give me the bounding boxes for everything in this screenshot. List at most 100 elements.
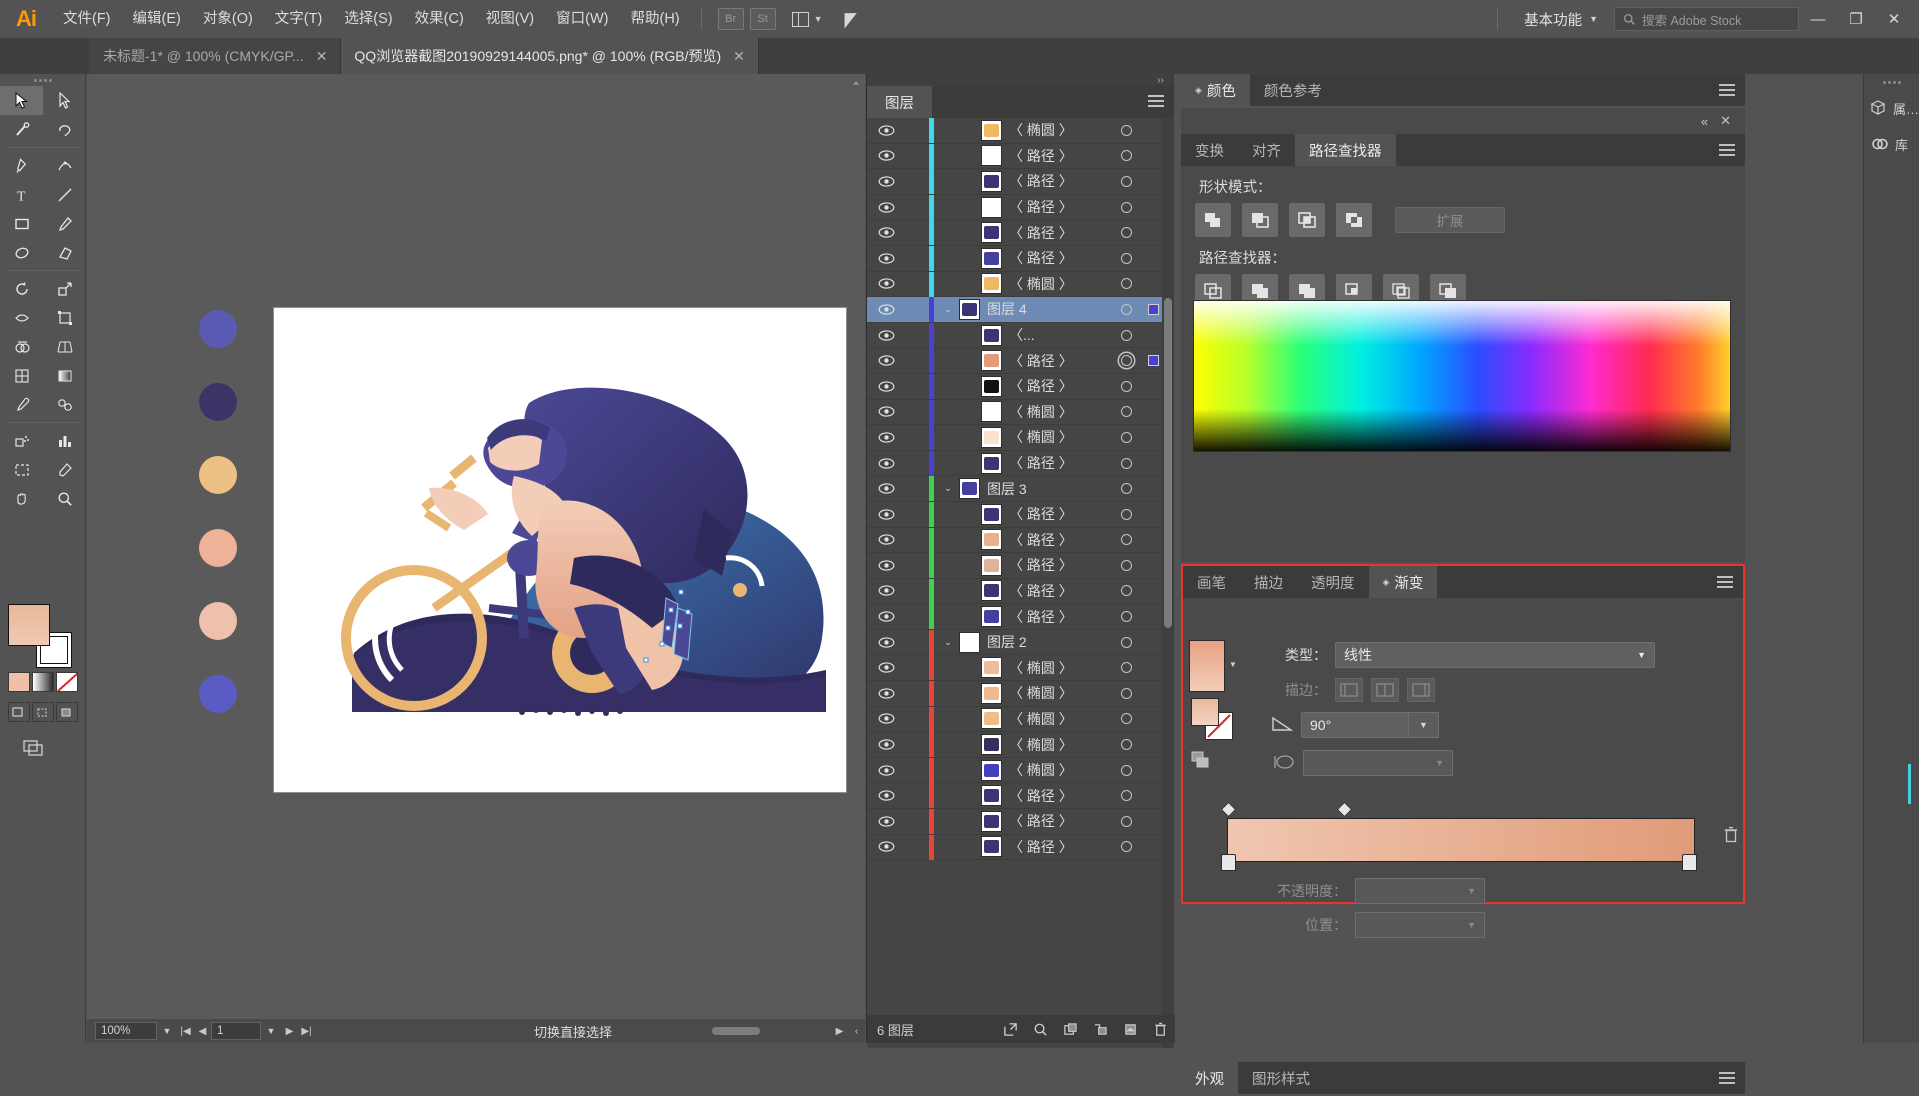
layer-item-row[interactable]: 〈 路径 〉 — [867, 553, 1163, 579]
layer-name[interactable]: 〈 路径 〉 — [1009, 530, 1109, 550]
target-indicator[interactable] — [1109, 406, 1143, 418]
gradient-location-select[interactable]: ▼ — [1355, 912, 1485, 938]
gradient-slider[interactable] — [1220, 801, 1707, 871]
zoom-level-input[interactable]: 100% — [95, 1022, 157, 1040]
gradient-midpoint-icon[interactable] — [1336, 801, 1353, 818]
layer-item-row[interactable]: 〈 路径 〉 — [867, 169, 1163, 195]
layer-name[interactable]: 〈 路径 〉 — [1009, 197, 1109, 217]
collapse-icon[interactable]: « — [1701, 114, 1708, 129]
target-indicator[interactable] — [1109, 303, 1143, 315]
layer-item-row[interactable]: 〈 路径 〉 — [867, 783, 1163, 810]
menu-type[interactable]: 文字(T) — [264, 0, 334, 38]
visibility-eye-icon[interactable] — [867, 381, 905, 392]
gradient-opacity-select[interactable]: ▼ — [1355, 878, 1485, 904]
visibility-eye-icon[interactable] — [867, 841, 905, 853]
layer-name[interactable]: 〈 路径 〉 — [1009, 837, 1109, 857]
layer-name[interactable]: 〈 路径 〉 — [1009, 555, 1109, 575]
canvas-collapse-icon[interactable]: ⌃ — [851, 80, 861, 94]
chevron-down-icon[interactable]: ▼ — [1229, 660, 1237, 669]
target-indicator[interactable] — [1109, 124, 1143, 136]
swatch-dot[interactable] — [199, 529, 237, 567]
tool-artboard[interactable] — [0, 455, 43, 484]
layer-item-row[interactable]: 〈 椭圆 〉 — [867, 655, 1163, 682]
visibility-eye-icon[interactable] — [867, 560, 905, 571]
arrange-documents-button[interactable]: ▼ — [791, 11, 823, 27]
tool-blend[interactable] — [43, 390, 86, 419]
target-indicator[interactable] — [1109, 278, 1143, 290]
layer-item-row[interactable]: 〈 路径 〉 — [867, 604, 1163, 630]
tool-selection[interactable] — [0, 86, 43, 115]
menu-edit[interactable]: 编辑(E) — [122, 0, 192, 38]
layer-item-row[interactable]: 〈 路径 〉 — [867, 578, 1163, 605]
tool-paintbrush[interactable] — [43, 209, 86, 238]
canvas-horizontal-scrollbar[interactable] — [640, 1019, 865, 1043]
color-spectrum[interactable] — [1193, 300, 1731, 452]
gradient-fill-box[interactable] — [1191, 698, 1219, 726]
swatch-dot[interactable] — [199, 383, 237, 421]
close-icon[interactable]: ✕ — [316, 48, 328, 65]
target-indicator[interactable] — [1109, 713, 1143, 725]
close-icon[interactable]: ✕ — [733, 48, 745, 65]
tool-gradient[interactable] — [43, 361, 86, 390]
layer-item-row[interactable]: 〈 椭圆 〉 — [867, 399, 1163, 426]
gradient-stop-start[interactable] — [1221, 854, 1236, 871]
tool-scale[interactable] — [43, 274, 86, 303]
tool-free-transform[interactable] — [43, 303, 86, 332]
tool-mesh[interactable] — [0, 361, 43, 390]
layer-name[interactable]: 〈 路径 〉 — [1009, 223, 1109, 243]
target-indicator[interactable] — [1109, 662, 1143, 674]
tool-lasso[interactable] — [43, 115, 86, 144]
close-icon[interactable]: ✕ — [1720, 113, 1731, 129]
tool-rectangle[interactable] — [0, 209, 43, 238]
tool-shape-builder[interactable] — [0, 332, 43, 361]
target-indicator[interactable] — [1109, 483, 1143, 495]
first-artboard-button[interactable]: |◀ — [177, 1022, 194, 1040]
tab-color-guide[interactable]: 颜色参考 — [1250, 74, 1336, 106]
visibility-eye-icon[interactable] — [867, 278, 905, 290]
menu-view[interactable]: 视图(V) — [475, 0, 545, 38]
tab-brushes[interactable]: 画笔 — [1183, 566, 1240, 598]
last-artboard-button[interactable]: ▶| — [298, 1022, 315, 1040]
layer-item-row[interactable]: 〈 椭圆 〉 — [867, 118, 1163, 144]
artboard[interactable] — [274, 308, 846, 792]
layer-name[interactable]: 〈... — [1009, 325, 1109, 345]
tool-perspective-grid[interactable] — [43, 332, 86, 361]
menu-effect[interactable]: 效果(C) — [404, 0, 475, 38]
draw-behind-icon[interactable] — [32, 702, 54, 722]
target-indicator[interactable] — [1109, 431, 1143, 443]
layer-name[interactable]: 〈 路径 〉 — [1009, 786, 1109, 806]
swatch-dot[interactable] — [199, 310, 237, 348]
target-indicator[interactable] — [1109, 150, 1143, 162]
workspace-switcher[interactable]: 基本功能 ▼ — [1518, 9, 1604, 30]
exclude-icon[interactable] — [1336, 203, 1372, 237]
layers-panel-menu-icon[interactable] — [1148, 95, 1164, 110]
tool-width[interactable] — [0, 303, 43, 332]
tab-appearance[interactable]: 外观 — [1181, 1062, 1238, 1094]
visibility-eye-icon[interactable] — [867, 125, 905, 136]
close-button[interactable]: ✕ — [1877, 4, 1911, 34]
target-indicator[interactable] — [1109, 815, 1143, 827]
gradient-midpoint-left-icon[interactable] — [1220, 801, 1237, 818]
layer-item-row[interactable]: 〈 椭圆 〉 — [867, 757, 1163, 784]
layer-item-row[interactable]: 〈 路径 〉 — [867, 143, 1163, 170]
make-clipping-mask-icon[interactable] — [1055, 1016, 1085, 1042]
chevron-down-icon[interactable]: ⌄ — [937, 637, 959, 648]
stock-button[interactable]: St — [749, 8, 776, 30]
tab-pathfinder[interactable]: 路径查找器 — [1295, 134, 1396, 166]
layer-name[interactable]: 图层 3 — [987, 479, 1109, 499]
layer-item-row[interactable]: 〈 路径 〉 — [867, 834, 1163, 861]
layer-name[interactable]: 〈 椭圆 〉 — [1009, 760, 1109, 780]
visibility-eye-icon[interactable] — [867, 406, 905, 418]
tab-gradient[interactable]: ◈ 渐变 — [1368, 566, 1438, 598]
menu-window[interactable]: 窗口(W) — [545, 0, 619, 38]
tool-curvature[interactable] — [43, 151, 86, 180]
gradient-type-select[interactable]: 线性 ▼ — [1335, 642, 1655, 668]
selection-square[interactable] — [1143, 303, 1163, 315]
layer-name[interactable]: 〈 椭圆 〉 — [1009, 274, 1109, 294]
restore-button[interactable]: ❐ — [1839, 4, 1873, 34]
document-tab-qq-screenshot[interactable]: QQ浏览器截图20190929144005.png* @ 100% (RGB/预… — [341, 38, 759, 74]
target-indicator[interactable] — [1109, 355, 1143, 367]
layer-name[interactable]: 〈 路径 〉 — [1009, 453, 1109, 473]
gradient-type-icons[interactable] — [1191, 750, 1219, 772]
layer-item-row[interactable]: 〈... — [867, 322, 1163, 349]
